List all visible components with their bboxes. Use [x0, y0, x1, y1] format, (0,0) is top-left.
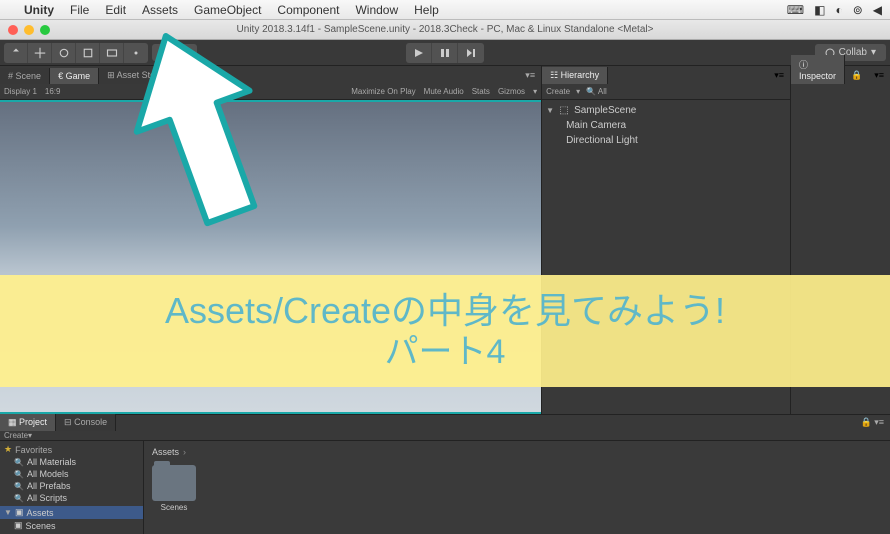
maximize-window-button[interactable]: [40, 25, 50, 35]
tab-game[interactable]: € Game: [50, 68, 99, 84]
banner-title-2: パート4: [385, 332, 506, 373]
favorite-all-materials[interactable]: 🔍All Materials: [0, 456, 143, 468]
project-tabs: ▦ Project ⊟ Console 🔒 ▾≡: [0, 415, 890, 431]
hand-tool[interactable]: [4, 43, 28, 63]
hierarchy-tabs: ☷ Hierarchy ▾≡: [542, 66, 790, 84]
hierarchy-create-button[interactable]: Create: [546, 87, 570, 96]
menu-assets[interactable]: Assets: [134, 3, 186, 17]
menu-gameobject[interactable]: GameObject: [186, 3, 269, 17]
disclosure-triangle-icon[interactable]: ▼: [546, 106, 554, 115]
rotate-tool[interactable]: [52, 43, 76, 63]
scale-tool[interactable]: [76, 43, 100, 63]
close-window-button[interactable]: [8, 25, 18, 35]
search-icon: 🔍: [14, 458, 24, 467]
tab-scene[interactable]: # Scene: [0, 68, 50, 84]
menu-edit[interactable]: Edit: [97, 3, 134, 17]
folder-icon: ▣: [15, 507, 24, 518]
tab-asset-store[interactable]: ⊞ Asset Store: [99, 67, 172, 84]
status-icon-1[interactable]: ◧: [814, 3, 825, 17]
scene-tabs: # Scene € Game ⊞ Asset Store ▾≡: [0, 66, 541, 84]
volume-icon[interactable]: ◀: [873, 3, 882, 17]
assets-scenes-folder[interactable]: ▣Scenes: [0, 519, 143, 532]
hierarchy-item-main-camera[interactable]: Main Camera: [542, 118, 790, 133]
assets-root[interactable]: ▼ ▣ Assets: [0, 506, 143, 519]
menu-component[interactable]: Component: [269, 3, 347, 17]
panel-menu-icon[interactable]: ▾≡: [519, 67, 541, 84]
project-breadcrumb[interactable]: Assets ›: [148, 445, 886, 459]
banner-title-1: Assets/Createの中身を見てみよう!: [165, 289, 725, 332]
maximize-on-play-toggle[interactable]: Maximize On Play: [351, 87, 415, 96]
game-view-controls: Display 1 16:9 Maximize On Play Mute Aud…: [0, 84, 541, 100]
inspector-tabs: ⓘ Inspector 🔒 ▾≡: [791, 66, 890, 84]
tab-project[interactable]: ▦ Project: [0, 414, 56, 431]
transform-tool[interactable]: [124, 43, 148, 63]
folder-label: Scenes: [161, 503, 188, 512]
hierarchy-scene-label: SampleScene: [574, 105, 636, 116]
macos-menubar: Unity File Edit Assets GameObject Compon…: [0, 0, 890, 20]
menu-window[interactable]: Window: [347, 3, 406, 17]
disclosure-triangle-icon[interactable]: ▼: [4, 508, 12, 517]
menu-file[interactable]: File: [62, 3, 97, 17]
play-button[interactable]: [406, 43, 432, 63]
move-tool[interactable]: [28, 43, 52, 63]
favorite-all-prefabs[interactable]: 🔍All Prefabs: [0, 480, 143, 492]
wifi-icon[interactable]: ⊚: [853, 3, 863, 17]
project-controls: Create ▾: [0, 431, 890, 441]
project-create-button[interactable]: Create: [4, 431, 28, 440]
step-button[interactable]: [458, 43, 484, 63]
tab-console[interactable]: ⊟ Console: [56, 414, 116, 431]
star-icon: ★: [4, 444, 12, 455]
project-menu-icon[interactable]: 🔒 ▾≡: [855, 414, 890, 431]
stats-toggle[interactable]: Stats: [472, 87, 490, 96]
unity-toolbar: ▪ Pivot Collab ▾: [0, 40, 890, 66]
display-selector[interactable]: Display 1: [4, 87, 37, 96]
breadcrumb-chevron-icon: ›: [183, 447, 186, 457]
menubar-status-icons: ⌨ ◧ ◐ ⊚ ◀: [787, 3, 882, 17]
hierarchy-controls: Create ▾ 🔍 All: [542, 84, 790, 100]
status-icon-2[interactable]: ◐: [835, 3, 842, 17]
hierarchy-item-directional-light[interactable]: Directional Light: [542, 133, 790, 148]
playback-controls: [406, 43, 484, 63]
traffic-lights: [8, 25, 50, 35]
pivot-toggle[interactable]: ▪ Pivot: [152, 44, 197, 61]
hierarchy-item-label: Main Camera: [566, 120, 626, 131]
hierarchy-item-label: Directional Light: [566, 135, 638, 146]
folder-scenes[interactable]: Scenes: [152, 465, 196, 512]
gizmos-toggle[interactable]: Gizmos: [498, 87, 525, 96]
hierarchy-menu-icon[interactable]: ▾≡: [768, 67, 790, 84]
inspector-lock-icon[interactable]: 🔒: [845, 67, 868, 84]
window-title: Unity 2018.3.14f1 - SampleScene.unity - …: [237, 24, 654, 35]
hierarchy-scene-row[interactable]: ▼ ⬚ SampleScene: [542, 102, 790, 118]
inspector-menu-icon[interactable]: ▾≡: [868, 67, 890, 84]
title-banner: Assets/Createの中身を見てみよう! パート4: [0, 275, 890, 387]
tab-hierarchy[interactable]: ☷ Hierarchy: [542, 67, 608, 84]
search-icon: 🔍: [14, 494, 24, 503]
project-folder-grid: Scenes: [148, 459, 886, 518]
project-sidebar: ★ Favorites 🔍All Materials 🔍All Models 🔍…: [0, 441, 144, 534]
folder-icon: ▣: [14, 520, 23, 531]
project-panel: ▦ Project ⊟ Console 🔒 ▾≡ Create ▾ ★ Favo…: [0, 414, 890, 522]
project-content: Assets › Scenes: [144, 441, 890, 534]
rect-tool[interactable]: [100, 43, 124, 63]
minimize-window-button[interactable]: [24, 25, 34, 35]
transform-tools: [4, 43, 148, 63]
aspect-selector[interactable]: 16:9: [45, 87, 61, 96]
keyboard-icon[interactable]: ⌨: [787, 3, 804, 17]
project-body: ★ Favorites 🔍All Materials 🔍All Models 🔍…: [0, 441, 890, 534]
menu-help[interactable]: Help: [406, 3, 447, 17]
folder-icon: [152, 465, 196, 501]
search-icon: 🔍: [14, 482, 24, 491]
scene-icon: ⬚: [558, 104, 570, 116]
favorite-all-models[interactable]: 🔍All Models: [0, 468, 143, 480]
mute-audio-toggle[interactable]: Mute Audio: [424, 87, 464, 96]
favorite-all-scripts[interactable]: 🔍All Scripts: [0, 492, 143, 504]
favorites-header[interactable]: ★ Favorites: [0, 443, 143, 456]
pause-button[interactable]: [432, 43, 458, 63]
tab-inspector[interactable]: ⓘ Inspector: [791, 55, 845, 84]
window-titlebar: Unity 2018.3.14f1 - SampleScene.unity - …: [0, 20, 890, 40]
search-icon: 🔍: [14, 470, 24, 479]
hierarchy-search[interactable]: 🔍 All: [586, 87, 607, 96]
menu-unity[interactable]: Unity: [16, 3, 62, 17]
